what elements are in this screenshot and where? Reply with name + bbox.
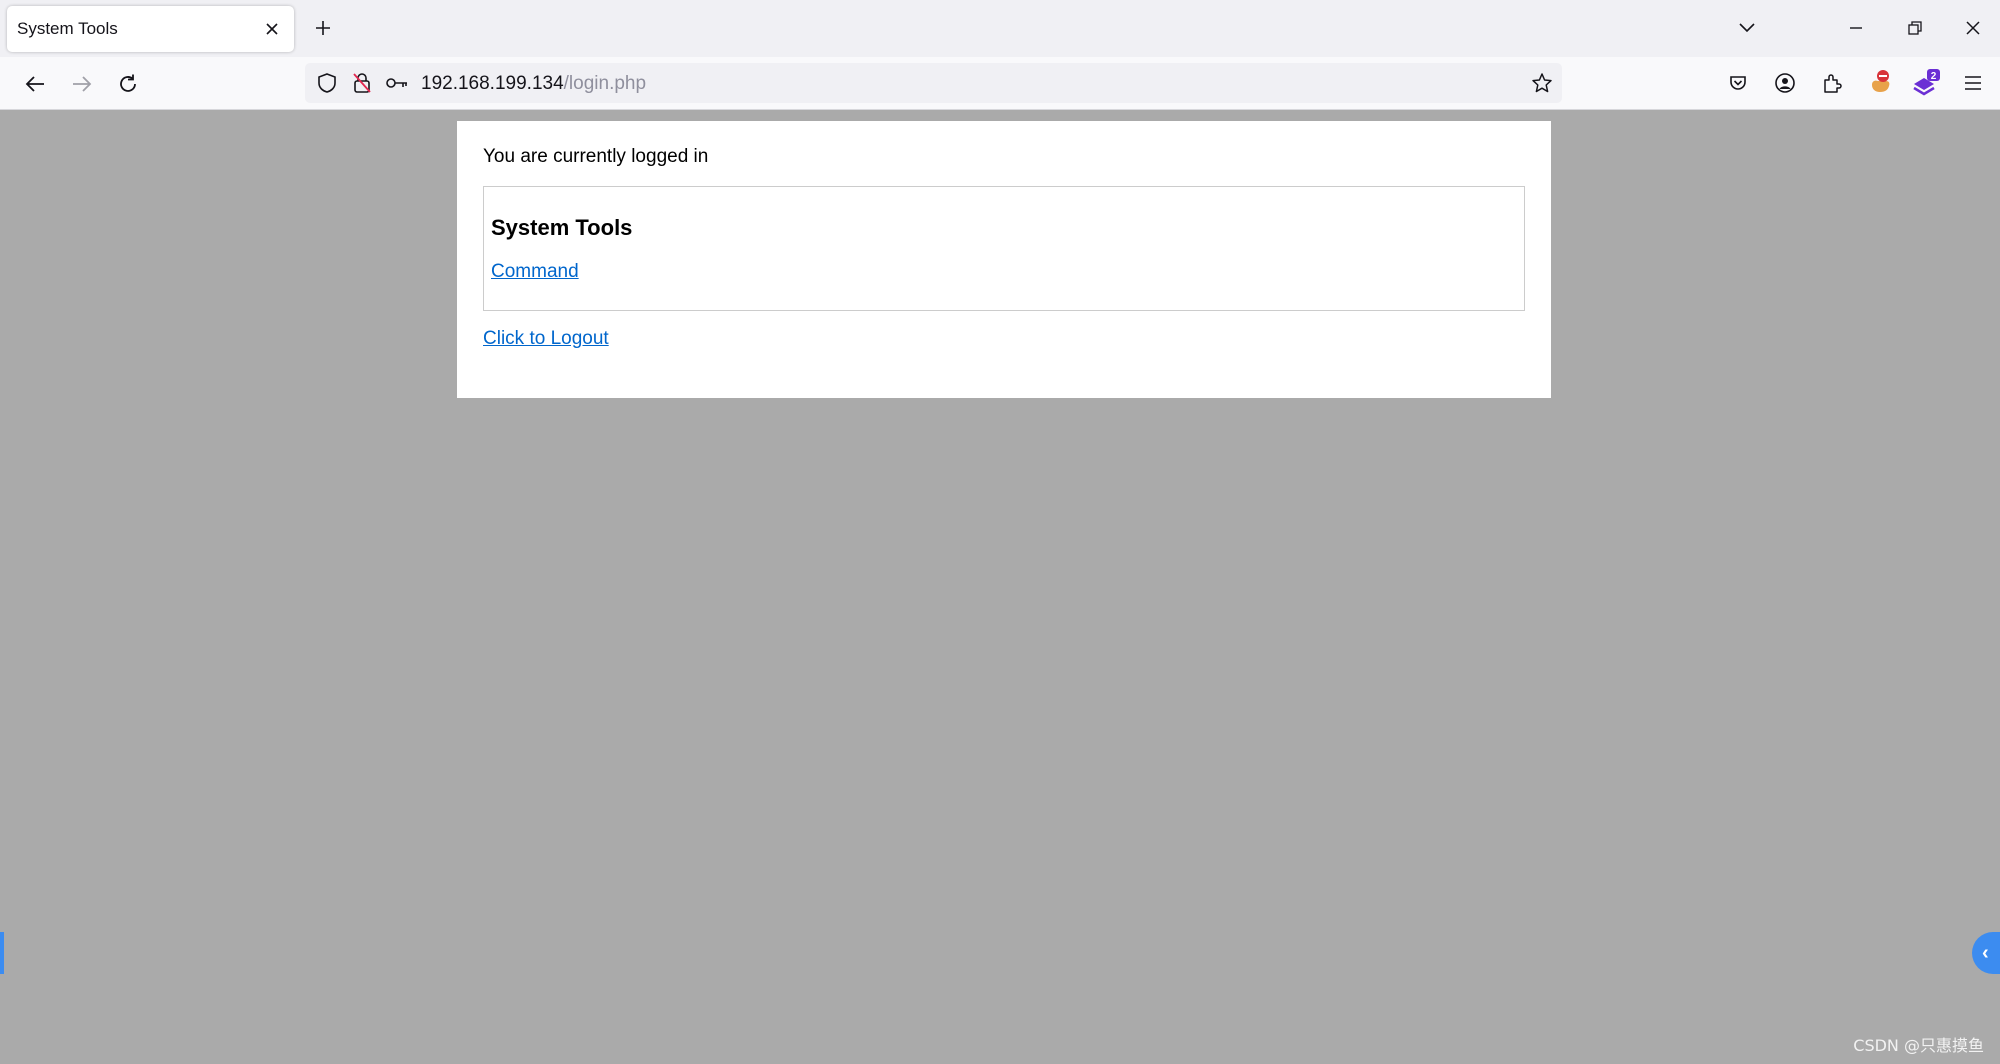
minimize-icon[interactable] [1842,14,1870,42]
url-host: 192.168.199.134 [421,73,564,94]
tab-system-tools[interactable]: System Tools [7,6,294,52]
url-text[interactable]: 192.168.199.134/login.php [421,73,646,95]
back-arrow-icon[interactable] [20,69,50,99]
logout-link[interactable]: Click to Logout [483,328,609,349]
system-tools-heading: System Tools [491,215,633,240]
left-edge-marker [0,932,4,974]
login-status-text: You are currently logged in [483,146,709,167]
tracking-protection-shield-icon[interactable] [315,71,339,95]
system-tools-box: System Tools Command [483,186,1525,311]
command-link[interactable]: Command [491,261,579,282]
main-panel: You are currently logged in System Tools… [457,121,1551,398]
extensions-puzzle-icon[interactable] [1818,69,1846,97]
forward-arrow-icon[interactable] [67,69,97,99]
watermark-text: CSDN @只惠摸鱼 [1853,1036,1984,1055]
logout-wrapper: Click to Logout [483,328,1525,350]
extension-hand-stop-icon[interactable] [1864,67,1896,99]
hamburger-menu-icon[interactable] [1959,69,1987,97]
url-path: /login.php [563,73,647,94]
tab-close-icon[interactable] [260,17,284,41]
new-tab-plus-icon[interactable] [309,14,337,42]
pocket-icon[interactable] [1724,69,1752,97]
tab-strip: System Tools [0,0,2000,57]
sidebar-toggle-chevron-left-icon[interactable]: ‹ [1972,932,2000,974]
key-icon[interactable] [385,71,409,95]
list-all-tabs-chevron-down-icon[interactable] [1733,14,1761,42]
restore-window-icon[interactable] [1901,14,1929,42]
extension-layers-badge-icon[interactable]: 2 [1911,67,1943,99]
url-bar[interactable]: 192.168.199.134/login.php [305,63,1562,103]
account-icon[interactable] [1771,69,1799,97]
reload-icon[interactable] [113,69,143,99]
page-viewport: You are currently logged in System Tools… [0,110,2000,1064]
close-window-icon[interactable] [1959,14,1987,42]
extension-badge-count: 2 [1931,71,1937,82]
tab-title: System Tools [17,19,118,38]
navigation-toolbar: 192.168.199.134/login.php 2 [0,57,2000,110]
insecure-lock-icon[interactable] [350,71,374,95]
bookmark-star-icon[interactable] [1530,71,1554,95]
